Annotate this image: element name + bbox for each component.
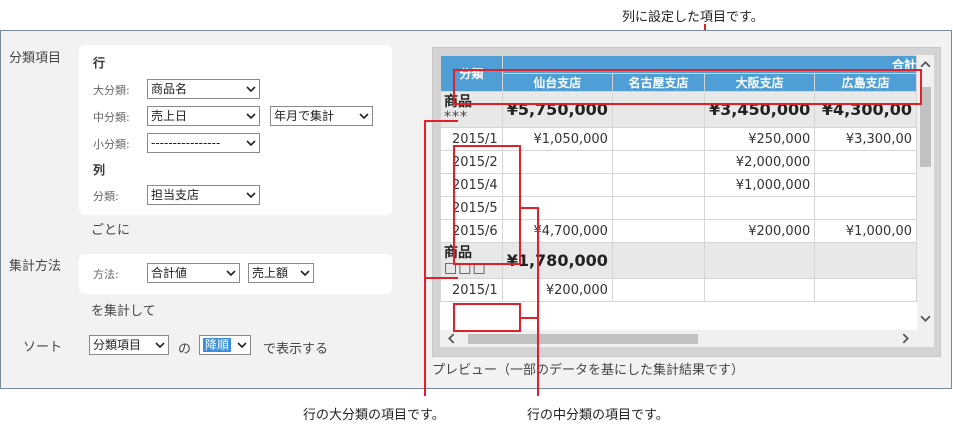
chevron-down-icon — [246, 86, 256, 93]
sort-order-value: 降順 — [203, 338, 232, 352]
value-cell — [814, 196, 917, 220]
chevron-down-icon — [237, 342, 247, 349]
value-cell: ¥2,000,000 — [704, 150, 816, 174]
group-total-cell — [704, 242, 816, 279]
category-section-label: 分類項目 — [9, 51, 62, 66]
sort-display-text: で表示する — [263, 342, 329, 357]
method-section-label: 集計方法 — [9, 259, 62, 274]
chevron-left-icon[interactable] — [446, 333, 457, 344]
method-panel: 方法: 合計値 売上額 — [79, 254, 392, 294]
callout-major-category: 行の大分類の項目です。 — [303, 408, 445, 423]
sort-section-label: ソート — [23, 340, 63, 355]
date-cell: 2015/1 — [440, 278, 503, 302]
sort-field-select[interactable]: 分類項目 — [89, 335, 169, 355]
chevron-down-icon — [155, 342, 165, 349]
leader-major-1 — [424, 120, 458, 122]
minor-select[interactable]: ---------------- — [147, 133, 260, 153]
value-cell — [611, 150, 706, 174]
row-heading: 行 — [93, 56, 106, 70]
value-cell — [704, 278, 816, 302]
column-category-select[interactable]: 担当支店 — [147, 185, 260, 205]
value-cell — [611, 127, 706, 151]
chevron-down-icon — [300, 270, 310, 277]
per-text: ごとに — [91, 223, 131, 238]
column-category-label: 分類: — [93, 190, 119, 203]
chevron-down-icon — [359, 113, 369, 120]
group-total-cell — [611, 242, 706, 279]
aggregate-text: を集計して — [91, 304, 156, 319]
leader-major-2 — [424, 277, 458, 279]
method-field-select[interactable]: 売上額 — [248, 263, 314, 283]
value-cell — [814, 278, 917, 302]
category-panel: 行 大分類: 商品名 中分類: 売上日 年月で集計 小分類: ---------… — [79, 45, 392, 215]
middle-aggregate-value: 年月で集計 — [274, 109, 335, 123]
minor-select-value: ---------------- — [151, 136, 221, 150]
value-cell: ¥1,000,000 — [704, 173, 816, 197]
highlight-middle-category-2 — [453, 303, 521, 332]
sort-order-select[interactable]: 降順 — [199, 335, 251, 355]
value-cell — [814, 173, 917, 197]
method-label: 方法: — [93, 268, 119, 281]
value-cell: ¥200,000 — [501, 278, 613, 302]
value-cell — [611, 219, 706, 243]
column-heading: 列 — [93, 163, 106, 177]
major-label: 大分類: — [93, 84, 130, 97]
horizontal-scroll-thumb[interactable] — [468, 334, 698, 344]
major-select[interactable]: 商品名 — [147, 79, 260, 99]
preview-caption: プレビュー（一部のデータを基にした集計結果です） — [432, 363, 745, 378]
value-cell — [611, 196, 706, 220]
chevron-right-icon[interactable] — [900, 333, 911, 344]
column-category-value: 担当支店 — [151, 188, 200, 202]
middle-label: 中分類: — [93, 111, 130, 124]
value-cell: ¥3,300,00 — [814, 127, 917, 151]
highlight-column-headers — [453, 69, 922, 105]
data-row: 2015/1 ¥200,000 — [440, 278, 917, 302]
highlight-middle-category-1 — [453, 145, 521, 265]
leader-middle-vertical — [537, 207, 539, 396]
method-select[interactable]: 合計値 — [147, 263, 240, 283]
value-cell — [814, 150, 917, 174]
chevron-down-icon — [246, 113, 256, 120]
callout-column-items: 列に設定した項目です。 — [622, 10, 764, 25]
middle-select[interactable]: 売上日 — [147, 106, 260, 126]
method-field-value: 売上額 — [252, 266, 289, 280]
chevron-down-icon — [226, 270, 236, 277]
value-cell: ¥1,000,00 — [814, 219, 917, 243]
group-sub: *** — [444, 108, 468, 125]
value-cell — [611, 173, 706, 197]
group-total-cell — [814, 242, 917, 279]
chevron-down-icon[interactable] — [920, 313, 931, 324]
method-select-value: 合計値 — [151, 266, 188, 280]
middle-select-value: 売上日 — [151, 109, 188, 123]
sort-of-text: の — [178, 342, 192, 357]
value-cell — [611, 278, 706, 302]
middle-aggregate-select[interactable]: 年月で集計 — [270, 106, 373, 126]
value-cell: ¥200,000 — [704, 219, 816, 243]
major-select-value: 商品名 — [151, 82, 188, 96]
minor-label: 小分類: — [93, 138, 130, 151]
sort-field-value: 分類項目 — [93, 338, 142, 352]
leader-major-vertical — [424, 120, 426, 396]
chevron-down-icon — [246, 140, 256, 147]
horizontal-scrollbar[interactable] — [440, 330, 934, 347]
value-cell: ¥250,000 — [704, 127, 816, 151]
value-cell — [704, 196, 816, 220]
chevron-down-icon — [246, 192, 256, 199]
callout-middle-category: 行の中分類の項目です。 — [527, 408, 669, 423]
